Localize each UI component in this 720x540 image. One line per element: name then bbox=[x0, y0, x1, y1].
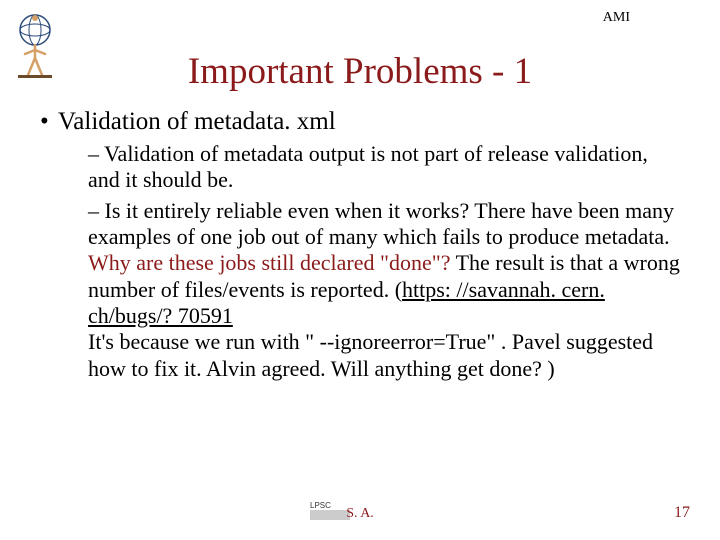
slide-title: Important Problems - 1 bbox=[0, 50, 720, 93]
bullet-level2-1: – Validation of metadata output is not p… bbox=[88, 141, 680, 194]
bullet-level1: •Validation of metadata. xml bbox=[40, 108, 680, 137]
header-label: AMI bbox=[603, 10, 630, 26]
dash-icon: – bbox=[88, 198, 105, 223]
slide-content: •Validation of metadata. xml – Validatio… bbox=[40, 108, 680, 382]
bullet-level2-2: – Is it entirely reliable even when it w… bbox=[88, 198, 680, 383]
sub2a-text: Is it entirely reliable even when it wor… bbox=[88, 198, 674, 249]
sub2-highlight: Why are these jobs still declared "done"… bbox=[88, 250, 451, 275]
bullet1-text: Validation of metadata. xml bbox=[58, 108, 336, 135]
dash-icon: – bbox=[88, 141, 104, 166]
page-number: 17 bbox=[674, 504, 690, 522]
bullet-dot-icon: • bbox=[40, 108, 58, 137]
sub2c-text: It's because we run with " --ignoreerror… bbox=[88, 329, 653, 380]
sub1-text: Validation of metadata output is not par… bbox=[88, 141, 648, 192]
footer-author: S. A. bbox=[0, 506, 720, 522]
